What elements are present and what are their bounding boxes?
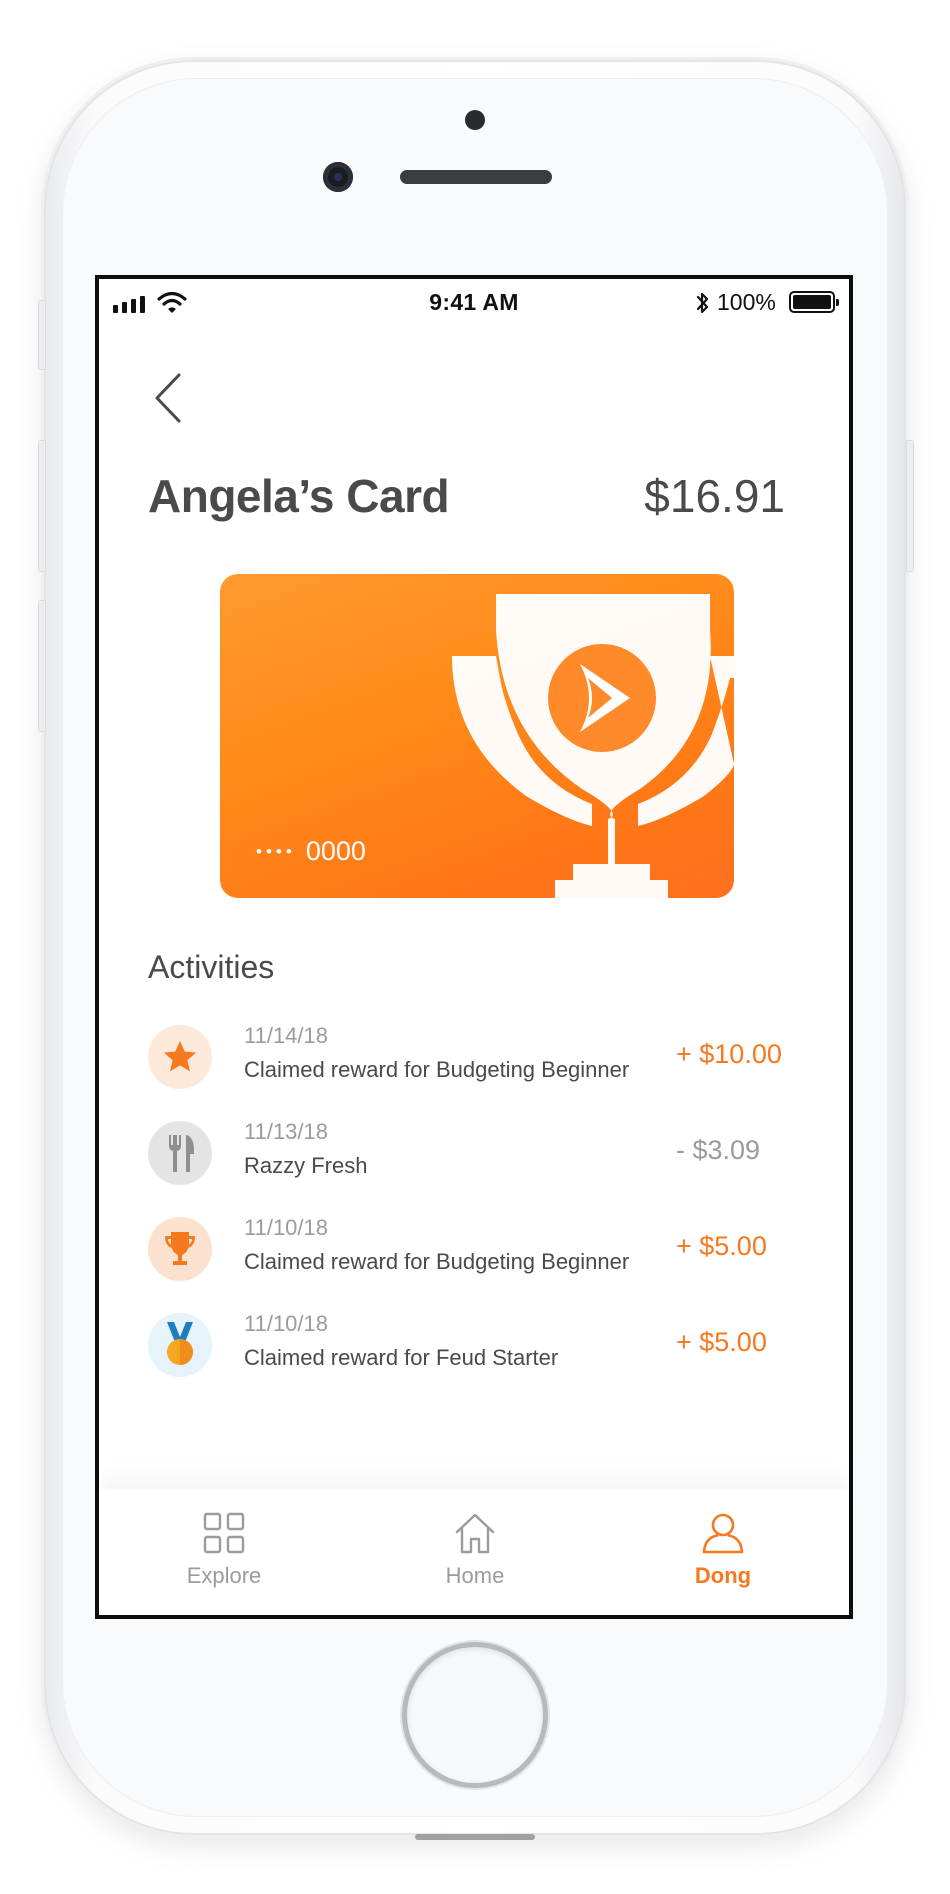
- fork-knife-icon: [169, 1135, 194, 1172]
- front-camera: [323, 162, 353, 192]
- tab-label: Explore: [186, 1563, 262, 1588]
- activity-description: Claimed reward for Feud Starter: [244, 1345, 559, 1370]
- home-icon: [455, 1513, 495, 1554]
- activity-amount: + $5.00: [676, 1231, 767, 1261]
- power-button: [906, 440, 914, 572]
- activity-amount: - $3.09: [676, 1135, 761, 1165]
- medal-icon: [167, 1322, 193, 1365]
- earpiece-speaker: [400, 170, 552, 184]
- activity-amount: + $10.00: [676, 1039, 782, 1069]
- page-title: Angela’s Card: [148, 470, 450, 522]
- activity-description: Razzy Fresh: [244, 1153, 368, 1178]
- tab-label: Dong: [694, 1563, 752, 1588]
- activity-icon-badge: [148, 1025, 212, 1089]
- front-sensor: [465, 110, 485, 130]
- tab-bar: Explore Home Dong: [99, 1489, 849, 1615]
- activities-heading: Activities: [148, 949, 275, 985]
- activity-icon-badge: [148, 1217, 212, 1281]
- volume-down-button: [38, 600, 46, 732]
- activity-item[interactable]: 11/14/18 Claimed reward for Budgeting Be…: [148, 1019, 788, 1099]
- volume-up-button: [38, 440, 46, 572]
- mute-switch: [38, 300, 46, 370]
- activity-item[interactable]: 11/10/18 Claimed reward for Feud Starter…: [148, 1307, 788, 1387]
- back-button[interactable]: [149, 369, 199, 429]
- activity-date: 11/14/18: [244, 1023, 329, 1048]
- card-number-mask: ••••: [256, 841, 296, 861]
- activity-icon-badge: [148, 1121, 212, 1185]
- activity-description: Claimed reward for Budgeting Beginner: [244, 1057, 630, 1082]
- status-bar: 9:41 AM 100%: [99, 279, 849, 325]
- card-number: •••• 0000: [256, 836, 366, 867]
- home-button[interactable]: [407, 1647, 543, 1783]
- tab-explore[interactable]: Explore: [134, 1489, 314, 1615]
- bottom-edge-detail: [415, 1834, 535, 1840]
- card-number-suffix: 0000: [305, 836, 366, 866]
- star-icon: [164, 1041, 196, 1072]
- chevron-left-icon: [155, 373, 181, 423]
- bluetooth-icon: [696, 292, 709, 314]
- tab-label: Home: [445, 1563, 505, 1588]
- activity-date: 11/13/18: [244, 1119, 329, 1144]
- card-balance: $16.91: [644, 470, 785, 522]
- tab-home[interactable]: Home: [385, 1489, 565, 1615]
- activity-item[interactable]: 11/13/18 Razzy Fresh - $3.09: [148, 1115, 788, 1195]
- activity-date: 11/10/18: [244, 1215, 329, 1240]
- reward-card[interactable]: •••• 0000: [220, 574, 734, 898]
- activity-description: Claimed reward for Budgeting Beginner: [244, 1249, 630, 1274]
- app-screen: 9:41 AM 100% Angela’s Card $16.91 •••• 0…: [95, 275, 853, 1619]
- activity-icon-badge: [148, 1313, 212, 1377]
- battery-icon: [789, 291, 839, 313]
- trophy-icon: [165, 1232, 195, 1265]
- user-icon: [702, 1513, 744, 1554]
- grid-icon: [203, 1512, 245, 1554]
- activity-item[interactable]: 11/10/18 Claimed reward for Budgeting Be…: [148, 1211, 788, 1291]
- tab-profile[interactable]: Dong: [633, 1489, 813, 1615]
- activity-date: 11/10/18: [244, 1311, 329, 1336]
- activity-amount: + $5.00: [676, 1327, 767, 1357]
- battery-percent: 100%: [717, 289, 776, 315]
